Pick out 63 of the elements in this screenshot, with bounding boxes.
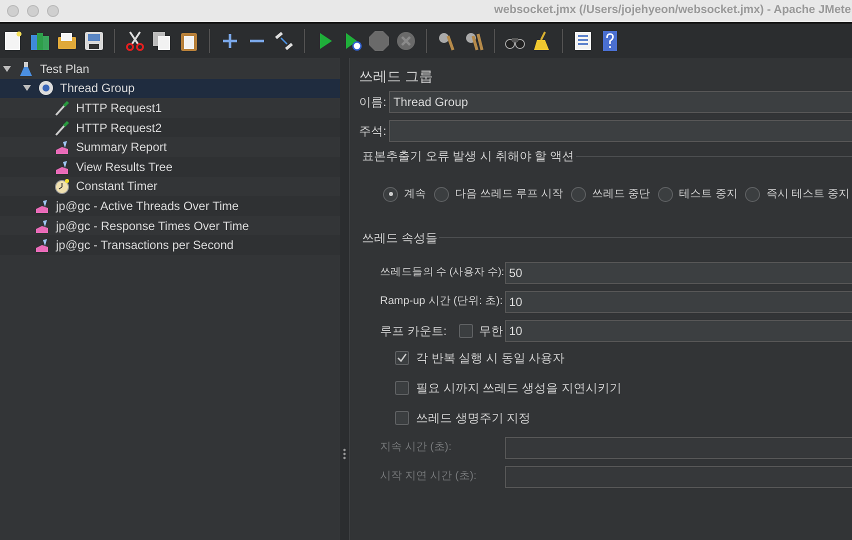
tree-item[interactable]: Thread Group (0, 78, 340, 98)
grip-icon (343, 448, 346, 460)
save-icon[interactable] (83, 30, 105, 52)
tree-item[interactable]: jp@gc - Active Threads Over Time (0, 196, 340, 216)
checkbox[interactable] (395, 410, 409, 424)
panel-title: 쓰레드 그룹 (359, 67, 434, 86)
field-label: 시작 지연 시간 (초): (380, 469, 478, 484)
folder-icon[interactable] (56, 30, 78, 52)
duration-field[interactable] (505, 436, 852, 458)
ramp-up-field[interactable]: 10 (505, 290, 852, 312)
pipette-icon (54, 100, 70, 116)
checkbox-label: 쓰레드 생명주기 지정 (416, 410, 531, 426)
checkbox[interactable] (459, 324, 473, 338)
thread-count-field[interactable]: 50 (505, 262, 852, 284)
checkbox-label: 각 반복 실행 시 동일 사용자 (416, 350, 565, 366)
field-label: Ramp-up 시간 (단위: 초): (380, 294, 504, 310)
checked-checkbox[interactable] (395, 350, 409, 364)
clipboard-icon[interactable] (178, 30, 200, 52)
tree-item[interactable]: Constant Timer (0, 176, 340, 196)
checkbox-label: 무한 (478, 322, 504, 340)
field-label: 쓰레드들의 수 (사용자 수): (380, 264, 505, 280)
radio-label: 다음 쓰레드 루프 시작 (455, 187, 564, 202)
tree-item[interactable]: View Results Tree (0, 156, 340, 177)
field-label: 이름: (359, 94, 386, 111)
field-label: 루프 카운트: (380, 322, 448, 340)
expanded-caret-icon[interactable] (20, 84, 34, 92)
new-file-icon[interactable] (2, 30, 24, 52)
books-icon[interactable] (29, 30, 51, 52)
toggle-icon[interactable] (273, 30, 295, 52)
radio-button[interactable] (571, 186, 586, 202)
comment-field[interactable] (389, 120, 852, 142)
selected-radio-button[interactable] (383, 186, 398, 202)
window-title: websocket.jmx (/Users/jojehyeon/websocket.jmx) - Apache JMete (494, 3, 851, 18)
chart-icon (34, 237, 50, 254)
tree-item[interactable]: HTTP Request2 (0, 118, 340, 138)
radio-button[interactable] (745, 186, 760, 202)
pipette-icon (54, 120, 70, 136)
radio-button[interactable] (658, 186, 674, 202)
flask-icon (18, 60, 34, 77)
field-label: 주석: (359, 123, 386, 140)
copy-icon[interactable] (151, 30, 173, 52)
radio-label: 계속 (404, 187, 426, 202)
chart-icon (34, 198, 50, 214)
list-icon[interactable] (572, 30, 594, 52)
loop-count-field[interactable]: 10 (505, 320, 852, 342)
group-title: 표본추출기 오류 발생 시 취해야 할 액션 (362, 148, 576, 165)
name-field[interactable]: Thread Group (389, 91, 852, 113)
chart-icon (34, 218, 50, 234)
stopwatch-icon (54, 178, 70, 194)
chart-icon (54, 158, 70, 175)
checkbox[interactable] (395, 380, 409, 394)
checkbox-label: 필요 시까지 쓰레드 생성을 지연시키기 (416, 380, 622, 396)
startup-delay-field[interactable] (505, 466, 852, 488)
radio-label: 테스트 중지 (679, 187, 738, 202)
radio-label: 쓰레드 중단 (592, 187, 650, 202)
field-label: 지속 시간 (초): (380, 440, 452, 456)
radio-label: 즉시 테스트 중지 (766, 187, 850, 202)
tree-item[interactable]: jp@gc - Transactions per Second (0, 235, 340, 255)
radio-button[interactable] (434, 186, 449, 202)
expanded-caret-icon[interactable] (0, 64, 14, 73)
scissors-icon[interactable] (124, 30, 146, 52)
chart-icon (54, 139, 70, 156)
group-title: 쓰레드 속성들 (362, 230, 438, 246)
